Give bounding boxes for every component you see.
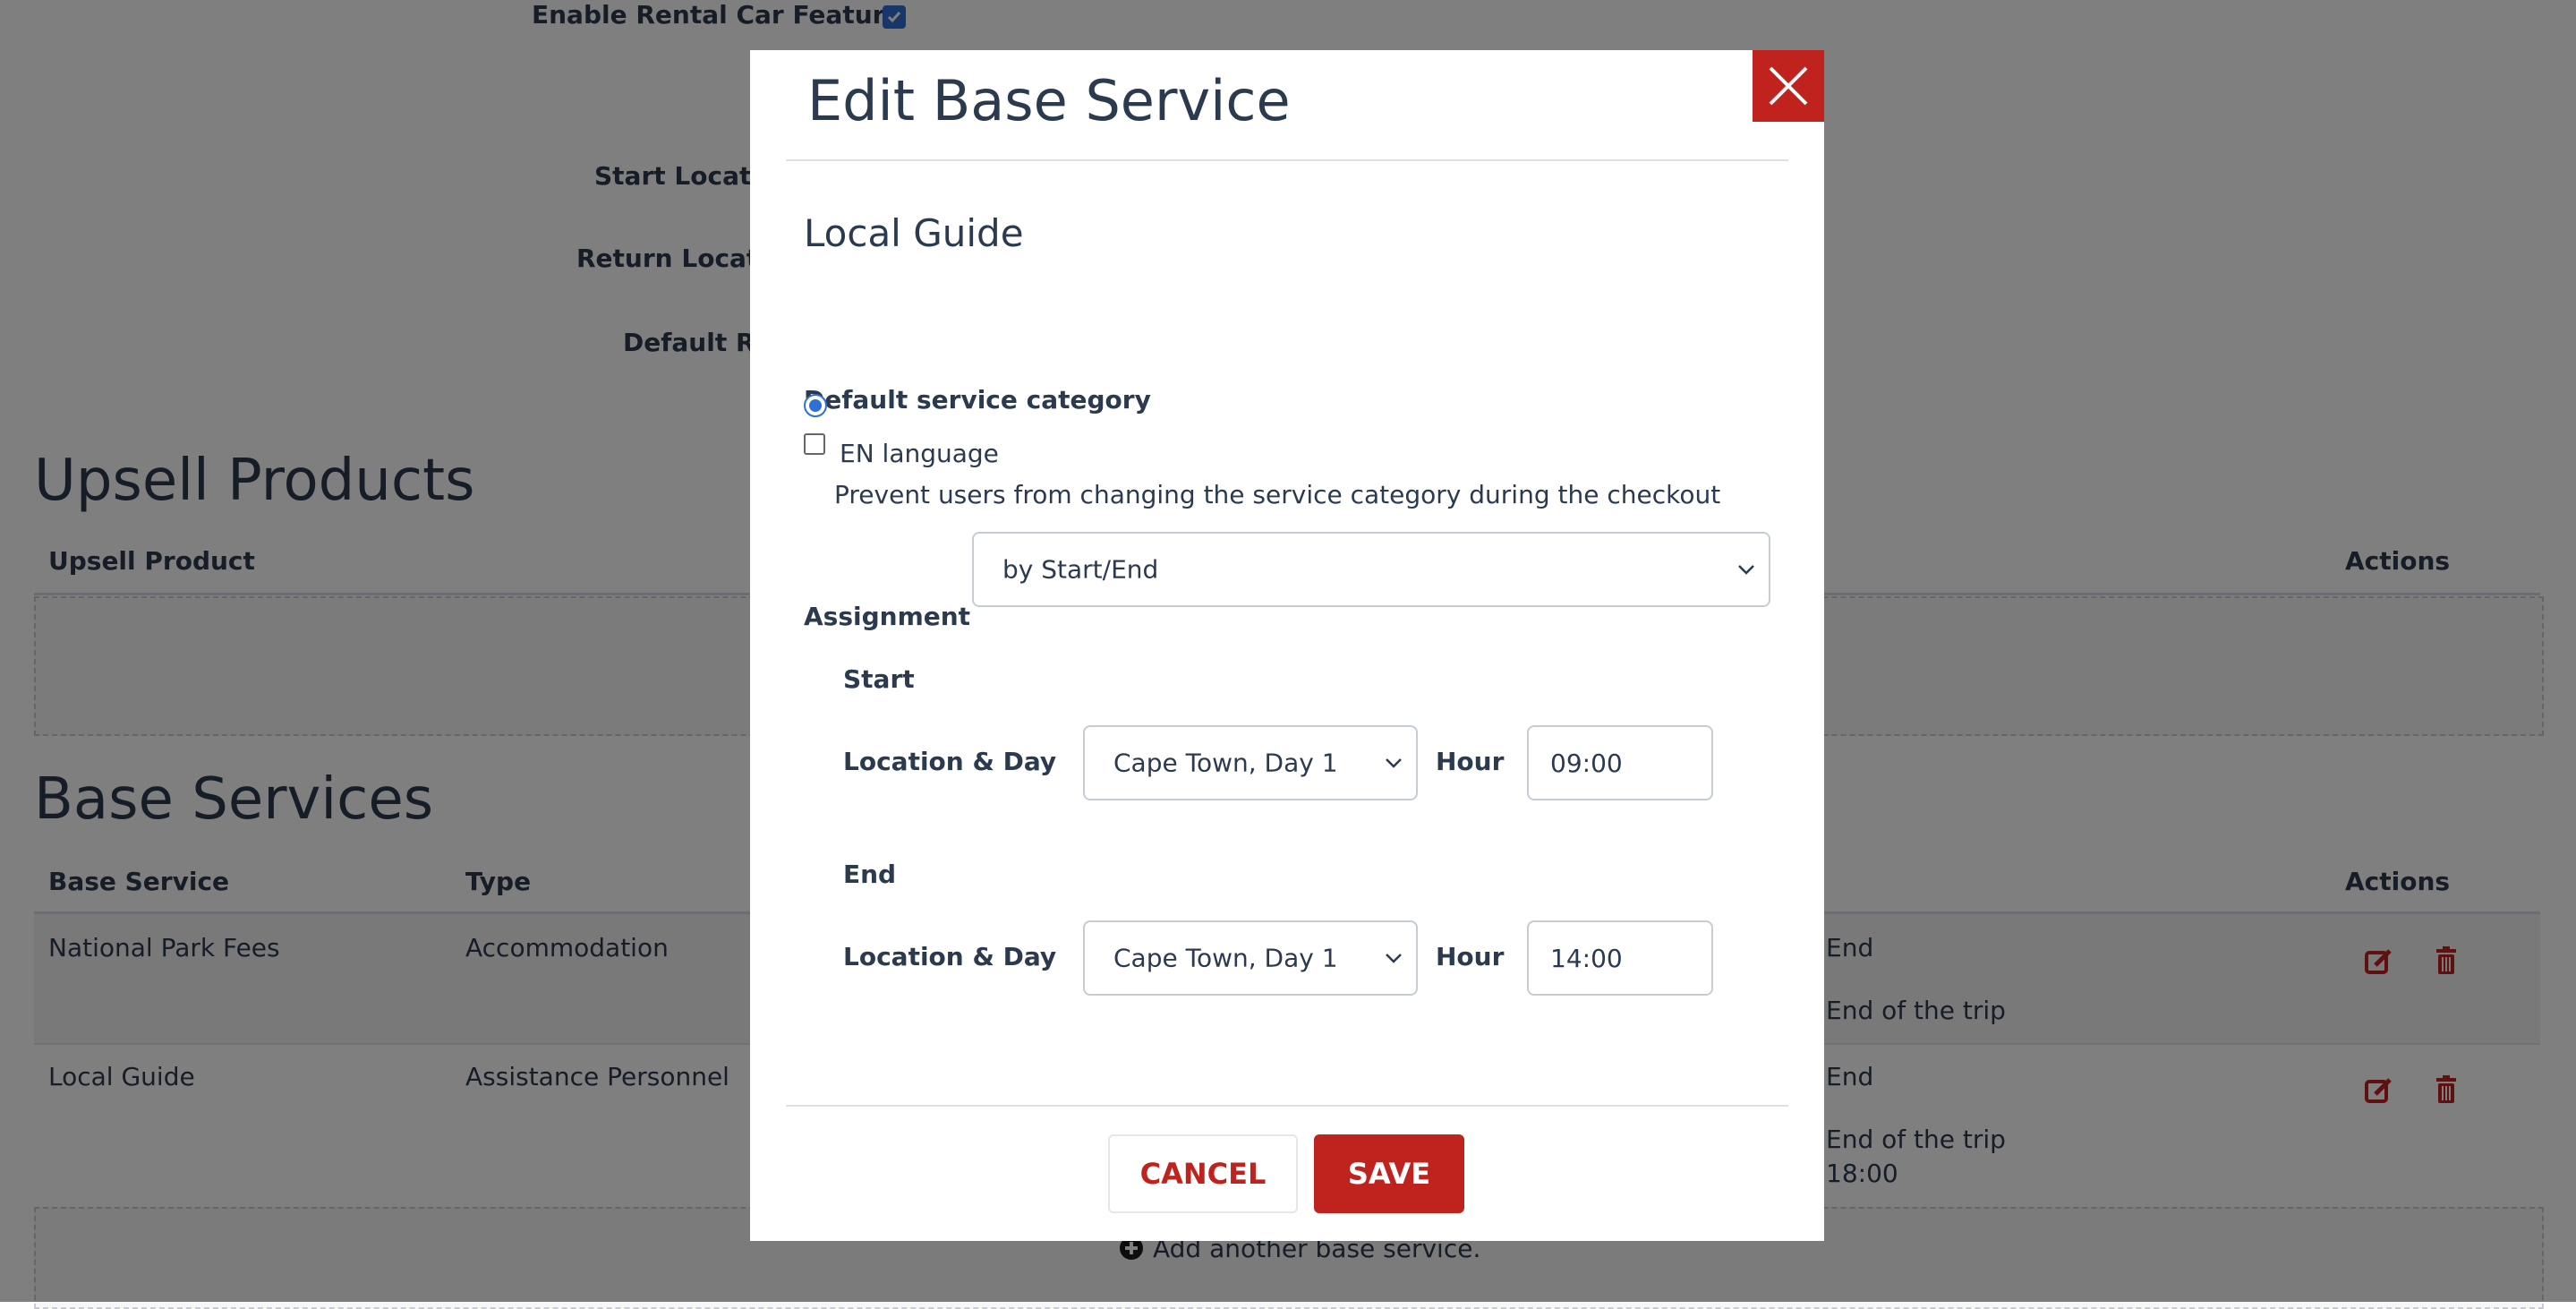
close-icon — [1769, 66, 1808, 106]
edit-base-service-modal: Edit Base Service Local Guide Default se… — [750, 50, 1824, 1241]
cancel-button[interactable]: CANCEL — [1108, 1134, 1298, 1213]
en-language-label: EN language — [840, 439, 999, 468]
category-label: Default service category — [804, 385, 1151, 415]
prevent-change-label: Prevent users from changing the service … — [834, 480, 1721, 509]
end-hour-input[interactable] — [1527, 920, 1713, 996]
save-button[interactable]: SAVE — [1314, 1134, 1464, 1213]
chevron-down-icon — [1738, 565, 1754, 575]
assignment-select[interactable]: by Start/End — [972, 532, 1770, 607]
start-location-select[interactable]: Cape Town, Day 1 — [1083, 725, 1418, 800]
en-language-radio[interactable] — [804, 394, 827, 417]
chevron-down-icon — [1386, 758, 1402, 768]
footer-divider — [786, 1105, 1788, 1107]
chevron-down-icon — [1386, 954, 1402, 963]
service-name: Local Guide — [804, 211, 1024, 255]
prevent-change-checkbox[interactable] — [804, 433, 825, 455]
end-hour-label: Hour — [1436, 942, 1505, 971]
end-location-select[interactable]: Cape Town, Day 1 — [1083, 920, 1418, 996]
start-hour-label: Hour — [1436, 747, 1505, 776]
assignment-value: by Start/End — [1002, 554, 1159, 585]
start-hour-input[interactable] — [1527, 725, 1713, 800]
start-location-value: Cape Town, Day 1 — [1113, 748, 1338, 778]
end-location-value: Cape Town, Day 1 — [1113, 943, 1338, 973]
header-divider — [786, 159, 1788, 161]
start-heading: Start — [843, 664, 915, 694]
start-location-day-label: Location & Day — [843, 747, 1057, 776]
modal-title: Edit Base Service — [807, 68, 1291, 133]
close-button[interactable] — [1753, 50, 1824, 122]
assignment-label: Assignment — [804, 602, 971, 631]
end-heading: End — [843, 860, 897, 889]
end-location-day-label: Location & Day — [843, 942, 1057, 971]
